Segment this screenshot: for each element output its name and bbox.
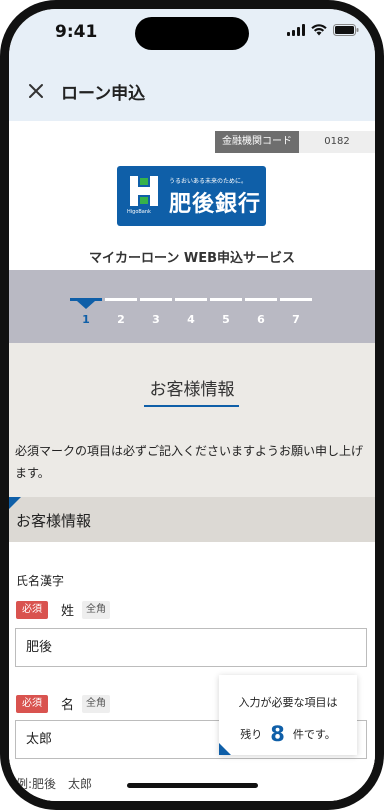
sub-section-header: お客様情報 [9,497,375,542]
remaining-items-caption: 入力が必要な項目は [238,696,338,709]
remaining-count: 8 [270,722,285,746]
remaining-items-line: 残り 8 件です。 [219,722,357,746]
home-indicator [127,783,258,788]
last-name-label: 姓 [61,604,75,619]
page-title: ローン申込 [61,83,146,104]
fi-code-value: 0182 [299,131,375,153]
step-bar-5 [210,298,242,301]
bank-info-section: 金融機関コード 0182 HigoBank うるおいある未来のために。 肥後銀行… [9,121,375,270]
step-number-7: 7 [292,313,300,326]
close-icon [29,84,43,98]
close-button[interactable] [11,61,61,121]
logo-tagline: うるおいある未来のために。 [169,178,248,185]
last-name-label-row: 必須 姓 全角 [16,600,111,619]
app-header: ローン申込 [9,61,375,121]
last-name-input[interactable]: 肥後 [15,628,367,667]
step-number-3: 3 [152,313,160,326]
logo-subname: HigoBank [127,209,151,215]
service-name: マイカーローン WEB申込サービス [88,251,295,266]
form-area: 氏名漢字 必須 姓 全角 肥後 必須 名 全角 太郎 例:肥後 太郎 [9,542,375,801]
required-notice: 必須マークの項目は必ずご記入くださいますようお願い申し上げます。 [15,444,364,480]
full-width-badge: 全角 [82,600,111,619]
required-badge: 必須 [16,600,48,619]
sub-section-title: お客様情報 [16,512,92,530]
name-kanji-label: 氏名漢字 [16,574,65,588]
logo-bank-name: 肥後銀行 [169,192,262,217]
section-title-underline [144,405,239,407]
name-example-hint: 例:肥後 太郎 [16,777,93,791]
remaining-suffix: 件です。 [292,728,336,741]
financial-institution-code: 金融機関コード 0182 [215,131,375,153]
fi-code-label: 金融機関コード [215,131,299,153]
higo-bank-mark-icon [130,176,158,206]
step-bar-6 [245,298,277,301]
status-icons [287,24,359,36]
dynamic-island [135,17,249,50]
step-bars [70,298,312,301]
cellular-signal-icon [287,24,305,36]
remaining-prefix: 残り [240,728,263,741]
first-name-label: 名 [61,698,75,713]
step-bar-7 [280,298,312,301]
step-bar-4 [175,298,207,301]
required-badge: 必須 [16,694,48,713]
current-step-pointer-icon [77,301,95,309]
wifi-icon [311,24,327,36]
status-bar: 9:41 [9,9,375,61]
first-name-label-row: 必須 名 全角 [16,694,111,713]
section-title: お客様情報 [149,380,235,400]
remaining-items-box: 入力が必要な項目は 残り 8 件です。 [219,675,357,755]
full-width-badge: 全角 [82,694,111,713]
bank-logo: HigoBank うるおいある未来のために。 肥後銀行 [117,166,266,226]
status-time: 9:41 [55,22,98,42]
step-number-5: 5 [222,313,230,326]
step-number-1: 1 [82,313,90,326]
step-bar-3 [140,298,172,301]
progress-stepper: 1 2 3 4 5 6 7 [9,270,375,343]
step-numbers: 1 2 3 4 5 6 7 [70,313,312,326]
step-bar-2 [105,298,137,301]
step-number-6: 6 [257,313,265,326]
battery-icon [333,24,359,36]
phone-frame: 9:41 ローン申込 金融機関コード 0182 HigoBank うるおいある未… [0,0,384,810]
step-number-2: 2 [117,313,125,326]
step-number-4: 4 [187,313,195,326]
corner-accent-icon [9,497,21,509]
